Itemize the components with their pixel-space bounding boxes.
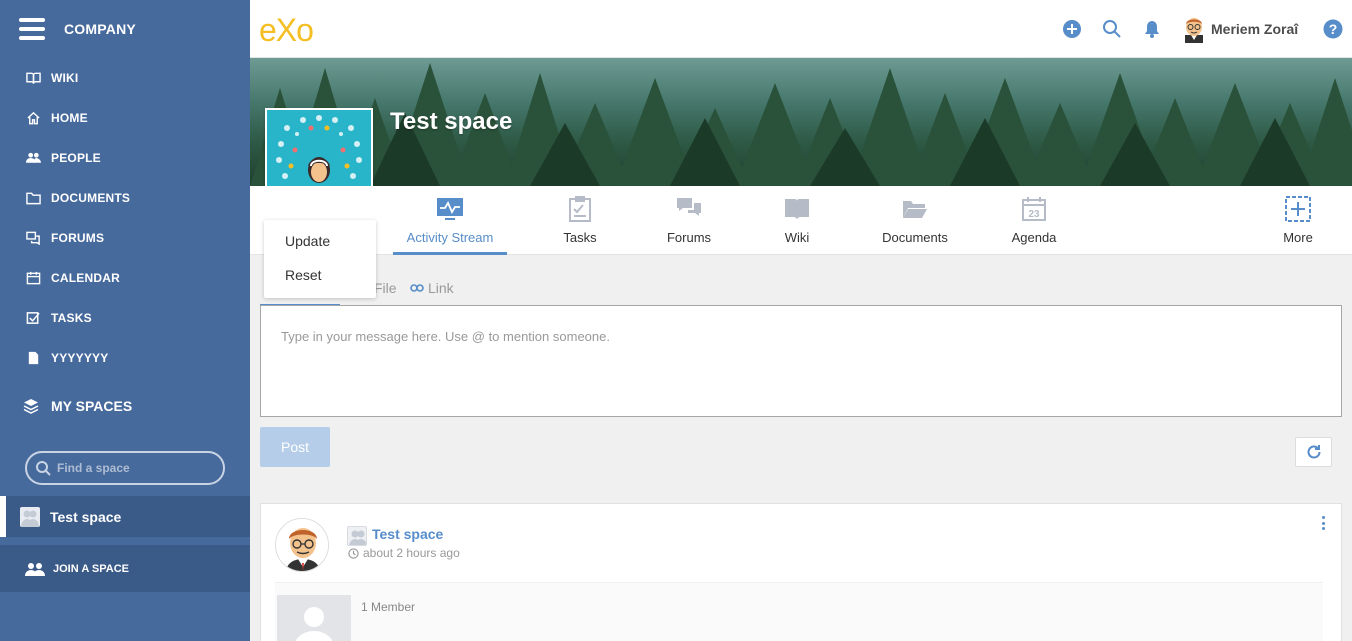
tab-label: Activity Stream — [406, 230, 494, 245]
tab-agenda[interactable]: 23 Agenda — [994, 186, 1074, 255]
add-icon[interactable] — [1062, 19, 1082, 39]
tab-wiki[interactable]: Wiki — [757, 186, 837, 255]
sidebar-item-label: YYYYYYY — [51, 351, 109, 365]
refresh-button[interactable] — [1295, 437, 1332, 467]
tab-documents[interactable]: Documents — [875, 186, 955, 255]
sidebar-item-label: TASKS — [51, 311, 92, 325]
tab-label: Tasks — [563, 230, 597, 245]
message-input[interactable] — [261, 306, 1341, 416]
join-space-button[interactable]: JOIN A SPACE — [0, 545, 250, 592]
sidebar-item-label: HOME — [51, 111, 88, 125]
tab-more[interactable]: More — [1258, 186, 1338, 255]
space-title: Test space — [390, 108, 513, 135]
home-icon — [25, 111, 41, 125]
sidebar-space-test-space[interactable]: Test space — [0, 496, 250, 537]
checkbox-icon — [25, 311, 41, 325]
tasks-icon — [569, 196, 591, 222]
user-menu[interactable]: Meriem Zoraî — [1181, 15, 1298, 43]
add-app-icon — [1285, 196, 1311, 222]
book-icon — [25, 71, 41, 85]
menu-item-reset[interactable]: Reset — [264, 258, 376, 292]
find-space-search[interactable] — [25, 451, 225, 485]
activity-card: Test space about 2 hours ago 1 Member — [260, 503, 1342, 641]
join-space-label: JOIN A SPACE — [53, 562, 129, 575]
sidebar-item-label: PEOPLE — [51, 151, 101, 165]
folder-open-icon — [903, 201, 927, 218]
active-space-label: Test space — [50, 508, 122, 525]
sidebar: COMPANY WIKI HOME PEOPLE DOCUMENTS FORUM… — [0, 0, 250, 641]
sidebar-item-label: CALENDAR — [51, 271, 120, 285]
link-icon — [410, 284, 424, 292]
sidebar-item-documents[interactable]: DOCUMENTS — [0, 178, 250, 218]
refresh-icon — [1307, 445, 1320, 459]
sidebar-item-label: DOCUMENTS — [51, 191, 131, 205]
space-preview-thumbnail[interactable] — [277, 595, 351, 641]
composer-tab-file[interactable]: File — [374, 280, 397, 296]
sidebar-header: COMPANY — [0, 0, 250, 58]
forum-icon — [677, 198, 701, 216]
sidebar-nav: WIKI HOME PEOPLE DOCUMENTS FORUMS CALEND… — [0, 58, 250, 378]
calendar-icon: 23 — [1022, 197, 1046, 221]
composer-tab-link-label: Link — [428, 280, 454, 296]
space-avatar-icon — [20, 506, 40, 527]
svg-text:?: ? — [1329, 21, 1338, 37]
activity-space-link[interactable]: Test space — [372, 526, 443, 542]
sidebar-item-forums[interactable]: FORUMS — [0, 218, 250, 258]
composer-tab-link[interactable]: Link — [410, 280, 454, 296]
tab-activity-stream[interactable]: Activity Stream — [393, 186, 507, 255]
activity-timestamp[interactable]: about 2 hours ago — [348, 546, 460, 560]
tab-label: Documents — [882, 230, 948, 245]
activity-author-avatar[interactable] — [275, 518, 329, 572]
help-icon[interactable]: ? — [1323, 19, 1343, 39]
people-icon — [25, 151, 41, 165]
user-avatar — [1185, 18, 1203, 43]
tab-label: Agenda — [1011, 230, 1057, 245]
post-button[interactable]: Post — [260, 427, 330, 467]
menu-item-update[interactable]: Update — [264, 224, 376, 258]
space-icon — [347, 526, 367, 546]
search-icon[interactable] — [1102, 19, 1122, 39]
sidebar-item-home[interactable]: HOME — [0, 98, 250, 138]
activity-time-label: about 2 hours ago — [363, 546, 460, 560]
activity-icon — [437, 198, 463, 220]
user-name: Meriem Zoraî — [1211, 21, 1299, 37]
tab-forums[interactable]: Forums — [649, 186, 729, 255]
tab-label: More — [1283, 230, 1313, 245]
space-tab-bar: Activity Stream Tasks Forums Wiki Docume… — [250, 186, 1352, 255]
sidebar-item-label: WIKI — [51, 71, 79, 85]
top-bar: eXo Meriem Zoraî ? — [250, 0, 1352, 58]
exo-logo[interactable]: eXo — [259, 14, 314, 46]
sidebar-item-people[interactable]: PEOPLE — [0, 138, 250, 178]
sidebar-item-label: FORUMS — [51, 231, 105, 245]
my-spaces-label: MY SPACES — [51, 398, 133, 414]
layers-icon — [23, 399, 39, 414]
composer-box — [260, 305, 1342, 417]
page-icon — [25, 351, 41, 365]
find-space-input[interactable] — [57, 461, 217, 475]
avatar-dropdown-menu: Update Reset — [264, 220, 376, 298]
sidebar-item-tasks[interactable]: TASKS — [0, 298, 250, 338]
sidebar-item-wiki[interactable]: WIKI — [0, 58, 250, 98]
hamburger-menu-icon[interactable] — [19, 18, 45, 40]
activity-more-menu-icon[interactable] — [1319, 516, 1327, 530]
sidebar-item-yyyyyyy[interactable]: YYYYYYY — [0, 338, 250, 378]
book-icon — [785, 199, 809, 219]
tab-label: Forums — [666, 230, 712, 245]
forum-icon — [25, 231, 41, 245]
search-icon — [36, 461, 51, 476]
calendar-icon — [25, 271, 41, 285]
my-spaces-heading: MY SPACES — [23, 398, 132, 414]
tab-label: Wiki — [784, 230, 810, 245]
member-count: 1 Member — [361, 600, 416, 614]
bell-icon[interactable] — [1142, 19, 1162, 39]
folder-icon — [25, 191, 41, 205]
group-icon — [25, 562, 45, 576]
svg-text:23: 23 — [1028, 209, 1040, 220]
space-preview: 1 Member — [275, 582, 1323, 641]
tab-tasks[interactable]: Tasks — [540, 186, 620, 255]
clock-icon — [348, 547, 359, 559]
sidebar-item-calendar[interactable]: CALENDAR — [0, 258, 250, 298]
company-label[interactable]: COMPANY — [64, 21, 136, 37]
